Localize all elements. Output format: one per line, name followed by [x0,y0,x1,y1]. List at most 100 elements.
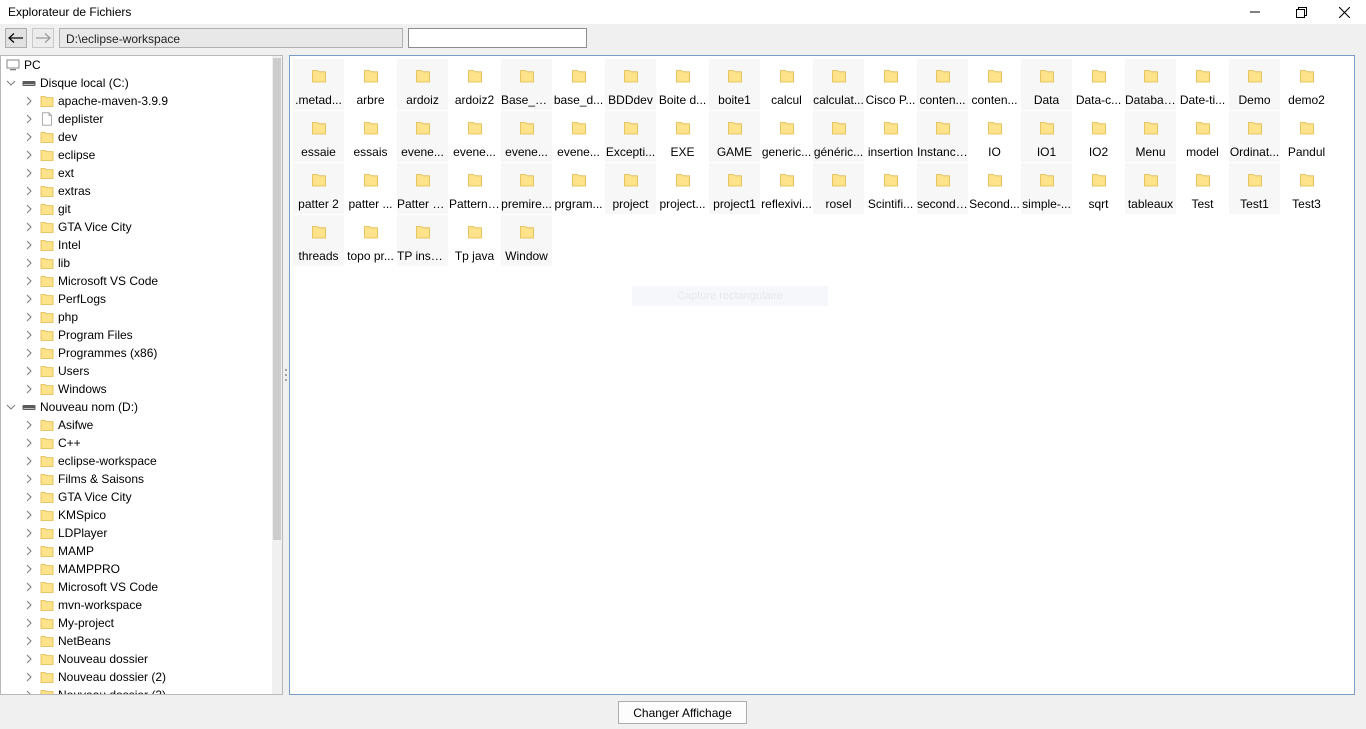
expand-toggle[interactable] [24,96,34,106]
path-field[interactable]: D:\eclipse-workspace [59,28,403,48]
expand-toggle[interactable] [24,636,34,646]
folder-tile[interactable]: Patter d... [397,163,448,214]
expand-toggle[interactable] [24,312,34,322]
tree-item-folder[interactable]: lib [24,254,70,272]
expand-toggle[interactable] [24,474,34,484]
folder-tile[interactable]: base_d... [553,59,604,110]
expand-toggle[interactable] [24,420,34,430]
folder-tile[interactable]: Cisco P... [865,59,916,110]
tree-item-folder[interactable]: MAMPPRO [24,560,120,578]
expand-toggle[interactable] [24,150,34,160]
tree-item-folder[interactable]: NetBeans [24,632,111,650]
folder-tile[interactable]: project1 [709,163,760,214]
folder-tile[interactable]: Ordinat... [1229,111,1280,162]
expand-toggle[interactable] [24,654,34,664]
tree-item-folder[interactable]: C++ [24,434,81,452]
folder-tile[interactable]: premire... [501,163,552,214]
expand-toggle[interactable] [24,114,34,124]
tree-item-folder[interactable]: Intel [24,236,81,254]
expand-toggle[interactable] [24,348,34,358]
tree-item-drive[interactable]: Nouveau nom (D:) [6,398,138,416]
folder-tile[interactable]: reflexivi... [761,163,812,214]
folder-tile[interactable]: calculat... [813,59,864,110]
folder-tile[interactable]: patter ... [345,163,396,214]
tree-item-folder[interactable]: mvn-workspace [24,596,142,614]
tree-item-folder[interactable]: apache-maven-3.9.9 [24,92,168,110]
folder-tile[interactable]: conten... [969,59,1020,110]
tree-item-folder[interactable]: ext [24,164,74,182]
expand-toggle[interactable] [24,546,34,556]
expand-toggle[interactable] [24,456,34,466]
expand-toggle[interactable] [24,492,34,502]
folder-tile[interactable]: prgram... [553,163,604,214]
folder-tile[interactable]: tableaux [1125,163,1176,214]
tree-item-pc[interactable]: PC [6,56,41,74]
tree-item-folder[interactable]: Users [24,362,89,380]
folder-tile[interactable]: Pattern ... [449,163,500,214]
expand-toggle[interactable] [24,438,34,448]
expand-toggle[interactable] [24,168,34,178]
content-scrollbar[interactable] [1355,55,1366,695]
expand-toggle[interactable] [24,384,34,394]
folder-tile[interactable]: Date-ti... [1177,59,1228,110]
folder-tile[interactable]: généric... [813,111,864,162]
forward-button[interactable] [32,28,54,48]
folder-tile[interactable]: generic... [761,111,812,162]
tree-item-folder[interactable]: PerfLogs [24,290,106,308]
tree-item-folder[interactable]: Program Files [24,326,133,344]
tree-item-folder[interactable]: Nouveau dossier (2) [24,668,166,686]
folder-tile[interactable]: topo pr... [345,215,396,266]
folder-tile[interactable]: threads [293,215,344,266]
content-area[interactable]: .metad... arbre ardoiz ardoiz2 Base_dev base_… [289,55,1355,695]
folder-tile[interactable]: ardoiz [397,59,448,110]
folder-tile[interactable]: demo2 [1281,59,1332,110]
folder-tile[interactable]: model [1177,111,1228,162]
expand-toggle[interactable] [24,294,34,304]
tree-item-folder[interactable]: Nouveau dossier [24,650,148,668]
minimize-button[interactable] [1232,0,1278,24]
expand-toggle[interactable] [24,366,34,376]
folder-tile[interactable]: Excepti... [605,111,656,162]
folder-tile[interactable]: essaie [293,111,344,162]
folder-tile[interactable]: calcul [761,59,812,110]
tree-item-folder[interactable]: deplister [24,110,103,128]
tree-item-folder[interactable]: Asifwe [24,416,93,434]
expand-toggle[interactable] [24,258,34,268]
expand-toggle[interactable] [24,618,34,628]
folder-tile[interactable]: Base_dev [501,59,552,110]
folder-tile[interactable]: Database [1125,59,1176,110]
tree-item-folder[interactable]: dev [24,128,77,146]
expand-toggle[interactable] [24,672,34,682]
tree-scrollbar[interactable] [272,56,282,694]
expand-toggle[interactable] [24,204,34,214]
tree-scrollbar-thumb[interactable] [273,58,281,540]
tree-item-folder[interactable]: php [24,308,78,326]
tree-item-folder[interactable]: My-project [24,614,114,632]
folder-tile[interactable]: EXE [657,111,708,162]
expand-toggle[interactable] [24,510,34,520]
tree-item-folder[interactable]: extras [24,182,91,200]
tree-item-folder[interactable]: Nouveau dossier (3) [24,686,166,694]
expand-toggle[interactable] [24,600,34,610]
content-scrollbar-thumb[interactable] [1356,57,1364,653]
change-view-button[interactable]: Changer Affichage [618,701,747,724]
folder-tile[interactable]: IO2 [1073,111,1124,162]
tree-item-folder[interactable]: MAMP [24,542,94,560]
expand-toggle[interactable] [24,132,34,142]
expand-toggle[interactable] [6,78,16,88]
expand-toggle[interactable] [24,276,34,286]
tree-item-folder[interactable]: LDPlayer [24,524,107,542]
folder-tile[interactable]: Data [1021,59,1072,110]
folder-tile[interactable]: Menu [1125,111,1176,162]
folder-tile[interactable]: simple-... [1021,163,1072,214]
tree-item-folder[interactable]: eclipse-workspace [24,452,157,470]
tree-item-folder[interactable]: Windows [24,380,107,398]
folder-tile[interactable]: Instanci... [917,111,968,162]
tree-item-folder[interactable]: Programmes (x86) [24,344,157,362]
folder-tile[interactable]: Test1 [1229,163,1280,214]
folder-tile[interactable]: conten... [917,59,968,110]
folder-tile[interactable]: Data-c... [1073,59,1124,110]
back-button[interactable] [5,28,27,48]
folder-tile[interactable]: IO1 [1021,111,1072,162]
folder-tile[interactable]: arbre [345,59,396,110]
